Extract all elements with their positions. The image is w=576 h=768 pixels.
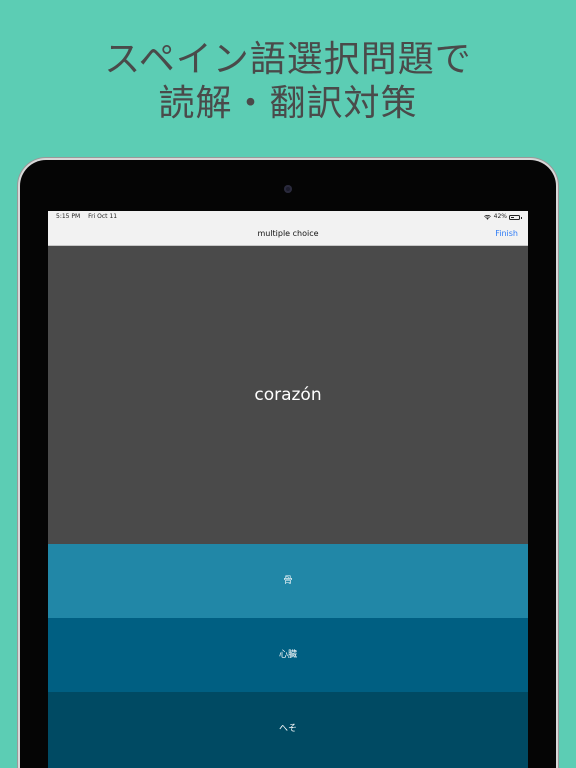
battery-level — [511, 216, 514, 218]
question-card: corazón — [48, 246, 528, 544]
status-date: Fri Oct 11 — [88, 213, 118, 220]
app-screen: 5:15 PM Fri Oct 11 42% multiple choice F… — [48, 211, 528, 768]
wifi-icon — [483, 214, 491, 220]
battery-icon — [509, 214, 522, 220]
tablet-frame: 5:15 PM Fri Oct 11 42% multiple choice F… — [20, 160, 556, 768]
finish-button[interactable]: Finish — [495, 223, 518, 245]
answer-choice-2[interactable]: 心臓 — [48, 618, 528, 692]
status-bar: 5:15 PM Fri Oct 11 42% — [48, 211, 528, 223]
camera-icon — [284, 185, 292, 193]
status-right: 42% — [483, 211, 522, 223]
promo-headline-line1: スペイン語選択問題で — [104, 39, 472, 80]
question-word: corazón — [254, 385, 322, 405]
navigation-bar: multiple choice Finish — [48, 223, 528, 246]
status-left: 5:15 PM Fri Oct 11 — [56, 211, 117, 223]
battery-percent: 42% — [493, 213, 507, 220]
nav-title: multiple choice — [257, 229, 319, 238]
answer-choice-3[interactable]: へそ — [48, 692, 528, 768]
promo-headline-line2: 読解・翻訳対策 — [158, 83, 418, 124]
answer-choice-1[interactable]: 骨 — [48, 544, 528, 618]
status-time: 5:15 PM — [56, 213, 81, 220]
